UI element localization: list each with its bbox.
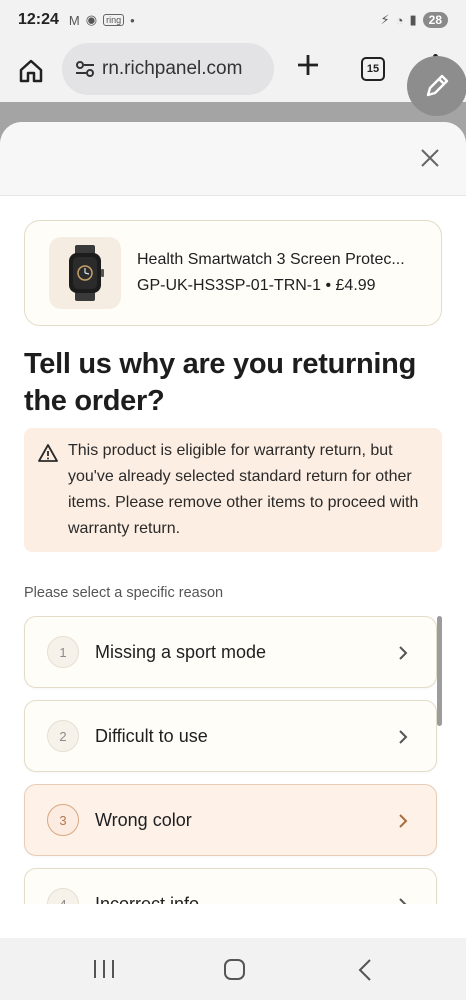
mute-icon: ⚡ <box>380 12 390 27</box>
system-icons: ⚡ ◔ ▮ 28 <box>380 12 448 28</box>
new-tab-button[interactable] <box>292 52 324 84</box>
home-icon <box>19 59 43 83</box>
recents-button[interactable] <box>94 960 114 978</box>
browser-toolbar: rn.richpanel.com 15 <box>0 40 466 102</box>
dot-icon: • <box>130 12 135 28</box>
reason-list-viewport: 1 Missing a sport mode 2 Difficult to us… <box>0 122 466 904</box>
edit-fab-button[interactable] <box>407 56 466 116</box>
status-bar: 12:24 M ◉ ring • ⚡ ◔ ▮ 28 <box>0 0 466 40</box>
reason-number: 4 <box>47 888 79 904</box>
wifi-icon: ◔ <box>395 12 404 28</box>
messenger-icon: ◉ <box>85 12 98 27</box>
recents-bar <box>112 960 114 978</box>
reason-item-1[interactable]: 1 Missing a sport mode <box>24 616 437 688</box>
reason-item-4[interactable]: 4 Incorrect info <box>24 868 437 904</box>
chevron-right-icon <box>399 814 408 828</box>
back-icon[interactable] <box>358 958 372 982</box>
ring-icon: ring <box>103 14 125 26</box>
notification-icons: M ◉ ring • <box>69 12 135 28</box>
reason-number: 1 <box>47 636 79 668</box>
gmail-icon: M <box>68 12 80 28</box>
reason-label: Difficult to use <box>95 725 208 746</box>
scrollbar[interactable] <box>437 616 442 726</box>
home-nav-button[interactable] <box>224 959 245 980</box>
chevron-right-icon <box>399 898 407 904</box>
site-settings-icon[interactable] <box>74 58 96 80</box>
chevron-right-icon <box>399 730 408 744</box>
address-bar[interactable]: rn.richpanel.com <box>62 43 274 95</box>
battery-indicator: 28 <box>422 12 448 28</box>
chevron-right-icon <box>399 646 408 660</box>
reason-item-3[interactable]: 3 Wrong color <box>24 784 437 856</box>
signal-icon: ▮ <box>409 12 417 27</box>
system-nav-bar <box>0 938 466 1000</box>
reason-label: Wrong color <box>95 809 192 830</box>
pencil-icon <box>426 74 449 97</box>
plus-icon <box>298 55 318 75</box>
url-text[interactable]: rn.richpanel.com <box>102 58 242 80</box>
home-button[interactable] <box>14 54 48 88</box>
reason-label: Incorrect info <box>95 893 200 905</box>
reason-label: Missing a sport mode <box>95 641 267 662</box>
recents-bar <box>94 960 96 978</box>
reason-number: 2 <box>47 720 79 752</box>
reason-number: 3 <box>47 804 79 836</box>
tab-switcher-button[interactable]: 15 <box>361 57 385 81</box>
reason-item-2[interactable]: 2 Difficult to use <box>24 700 437 772</box>
recents-bar <box>103 960 105 978</box>
status-time: 12:24 <box>18 11 59 28</box>
